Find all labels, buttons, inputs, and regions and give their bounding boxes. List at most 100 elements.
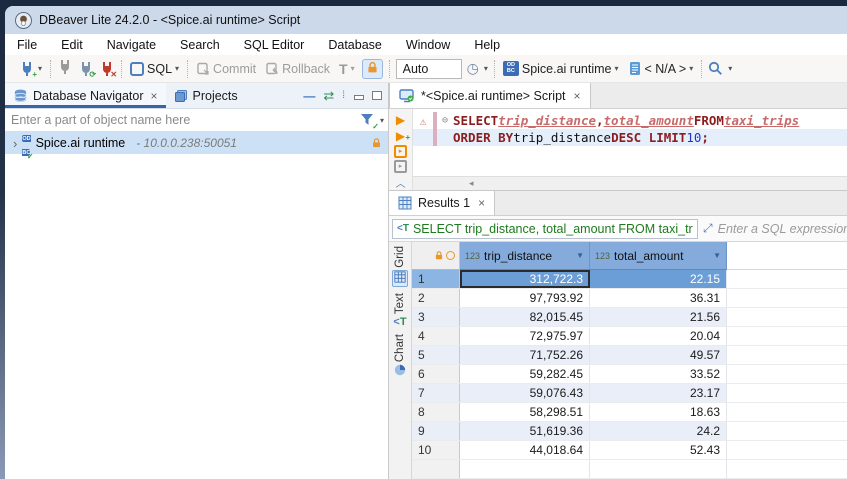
transaction-mode-button[interactable]: T ▾ <box>337 59 357 79</box>
menu-window[interactable]: Window <box>406 38 450 52</box>
grid-cell[interactable]: 51,619.36 <box>460 422 590 440</box>
grid-cell[interactable]: 18.63 <box>590 403 727 421</box>
table-row[interactable]: 9 51,619.36 24.2 <box>412 422 847 441</box>
table-row[interactable]: 3 82,015.45 21.56 <box>412 308 847 327</box>
grid-cell[interactable]: 33.52 <box>590 365 727 383</box>
table-row[interactable]: 10 44,018.64 52.43 <box>412 441 847 460</box>
grid-cell[interactable]: 71,752.26 <box>460 346 590 364</box>
row-number[interactable]: 7 <box>412 384 460 402</box>
dropdown-icon[interactable]: ▾ <box>351 64 355 73</box>
chart-pie-icon[interactable] <box>394 364 406 379</box>
tab-results-1[interactable]: Results 1 × <box>389 191 495 215</box>
execute-script-button[interactable]: ▸ <box>394 145 407 158</box>
table-row[interactable]: 2 97,793.92 36.31 <box>412 289 847 308</box>
column-header-total-amount[interactable]: 123 total_amount ▼ <box>590 242 727 270</box>
row-number[interactable]: 3 <box>412 308 460 326</box>
table-row[interactable]: 6 59,282.45 33.52 <box>412 365 847 384</box>
menu-sql-editor[interactable]: SQL Editor <box>244 38 305 52</box>
transaction-log-icon[interactable]: ◷ <box>467 60 479 77</box>
menu-help[interactable]: Help <box>474 38 500 52</box>
sql-column-link[interactable]: total_amount <box>604 113 694 128</box>
grid-cell[interactable]: 44,018.64 <box>460 441 590 459</box>
row-number[interactable]: 4 <box>412 327 460 345</box>
execute-statement-button[interactable]: ▶ <box>396 113 405 127</box>
view-tab-chart[interactable]: Chart <box>394 334 406 379</box>
dropdown-icon[interactable]: ▾ <box>728 64 732 73</box>
table-row[interactable]: 7 59,076.43 23.17 <box>412 384 847 403</box>
row-number[interactable]: 2 <box>412 289 460 307</box>
object-filter-input[interactable] <box>11 113 356 127</box>
dropdown-icon[interactable]: ▾ <box>689 64 693 73</box>
expand-filter-icon[interactable]: ⤢ <box>703 221 713 236</box>
dropdown-icon[interactable]: ▾ <box>380 116 384 125</box>
table-row[interactable]: 5 71,752.26 49.57 <box>412 346 847 365</box>
commit-button[interactable]: Commit <box>194 60 258 78</box>
grid-cell[interactable]: 97,793.92 <box>460 289 590 307</box>
sql-column-link[interactable]: trip_distance <box>498 113 596 128</box>
fold-minus-icon[interactable]: ⊖ <box>437 115 453 126</box>
row-number[interactable]: 10 <box>412 441 460 459</box>
tab-database-navigator[interactable]: Database Navigator × <box>5 83 166 108</box>
editor-horizontal-scrollbar[interactable]: ◂ <box>413 176 847 190</box>
grid-cell[interactable]: 312,722.3 <box>460 270 590 288</box>
connection-lock-button[interactable] <box>362 59 383 79</box>
tree-expander-icon[interactable]: › <box>13 136 17 151</box>
result-query-box[interactable]: <T SELECT trip_distance, total_amount FR… <box>392 219 698 239</box>
menu-file[interactable]: File <box>17 38 37 52</box>
link-with-editor-icon[interactable]: ⇄ <box>323 88 334 104</box>
menu-edit[interactable]: Edit <box>61 38 83 52</box>
close-icon[interactable]: × <box>150 89 157 103</box>
active-database-selector[interactable]: < N/A > ▾ <box>626 59 696 78</box>
table-row[interactable]: 4 72,975.97 20.04 <box>412 327 847 346</box>
rollback-button[interactable]: Rollback <box>263 60 332 78</box>
sort-dropdown-icon[interactable]: ▼ <box>713 251 721 260</box>
tab-script[interactable]: *<Spice.ai runtime> Script × <box>389 83 591 108</box>
code-area[interactable]: ⚠ ⊖ SELECT trip_distance, total_amount F… <box>413 109 847 176</box>
dropdown-icon[interactable]: ▾ <box>38 64 42 73</box>
new-connection-button[interactable]: + ▾ <box>17 59 44 79</box>
sort-dropdown-icon[interactable]: ▼ <box>576 251 584 260</box>
collapse-all-icon[interactable]: — <box>303 89 315 103</box>
tab-projects[interactable]: Projects <box>166 83 246 108</box>
grid-view-icon[interactable] <box>392 270 408 287</box>
grid-cell[interactable]: 49.57 <box>590 346 727 364</box>
menu-search[interactable]: Search <box>180 38 220 52</box>
sql-editor-button[interactable]: SQL ▾ <box>128 60 181 78</box>
table-row[interactable]: 1 312,722.3 22.15 <box>412 270 847 289</box>
dropdown-icon[interactable]: ▾ <box>614 64 618 73</box>
menu-navigate[interactable]: Navigate <box>107 38 156 52</box>
menu-database[interactable]: Database <box>328 38 382 52</box>
connection-tree-item[interactable]: › ODBC ✓ Spice.ai runtime - 10.0.0.238:5… <box>5 132 388 154</box>
row-number[interactable]: 1 <box>412 270 460 288</box>
results-grid[interactable]: 123 trip_distance ▼ 123 total_amount ▼ <box>412 242 847 479</box>
column-header-trip-distance[interactable]: 123 trip_distance ▼ <box>460 242 590 270</box>
sql-table-link[interactable]: taxi_trips <box>724 113 799 128</box>
dropdown-icon[interactable]: ▾ <box>484 64 488 73</box>
minimize-view-icon[interactable] <box>354 95 364 100</box>
grid-corner-cell[interactable] <box>412 242 460 270</box>
view-tab-grid[interactable]: Grid <box>392 246 408 287</box>
collapse-toolbar-icon[interactable]: ︿ <box>396 175 406 190</box>
execute-new-tab-button[interactable]: ▶+ <box>396 129 405 143</box>
grid-cell[interactable]: 21.56 <box>590 308 727 326</box>
search-icon[interactable] <box>708 61 723 76</box>
row-number[interactable]: 9 <box>412 422 460 440</box>
grid-cell[interactable]: 23.17 <box>590 384 727 402</box>
close-icon[interactable]: × <box>478 196 485 210</box>
scroll-left-arrow-icon[interactable]: ◂ <box>469 178 474 189</box>
row-number[interactable]: 8 <box>412 403 460 421</box>
grid-cell[interactable]: 82,015.45 <box>460 308 590 326</box>
row-number[interactable]: 6 <box>412 365 460 383</box>
filter-funnel-icon[interactable]: ✓ <box>360 113 376 128</box>
disconnect-button[interactable]: ✕ <box>99 61 115 77</box>
view-tab-text[interactable]: Text <T <box>393 293 406 328</box>
close-icon[interactable]: × <box>574 89 581 103</box>
grid-cell[interactable]: 58,298.51 <box>460 403 590 421</box>
sql-expression-input[interactable] <box>718 222 847 236</box>
grid-cell[interactable]: 59,076.43 <box>460 384 590 402</box>
maximize-view-icon[interactable] <box>372 91 382 100</box>
active-connection-selector[interactable]: ODBC Spice.ai runtime ▾ <box>501 59 621 78</box>
grid-cell[interactable]: 72,975.97 <box>460 327 590 345</box>
grid-cell[interactable]: 22.15 <box>590 270 727 288</box>
grid-cell[interactable]: 59,282.45 <box>460 365 590 383</box>
